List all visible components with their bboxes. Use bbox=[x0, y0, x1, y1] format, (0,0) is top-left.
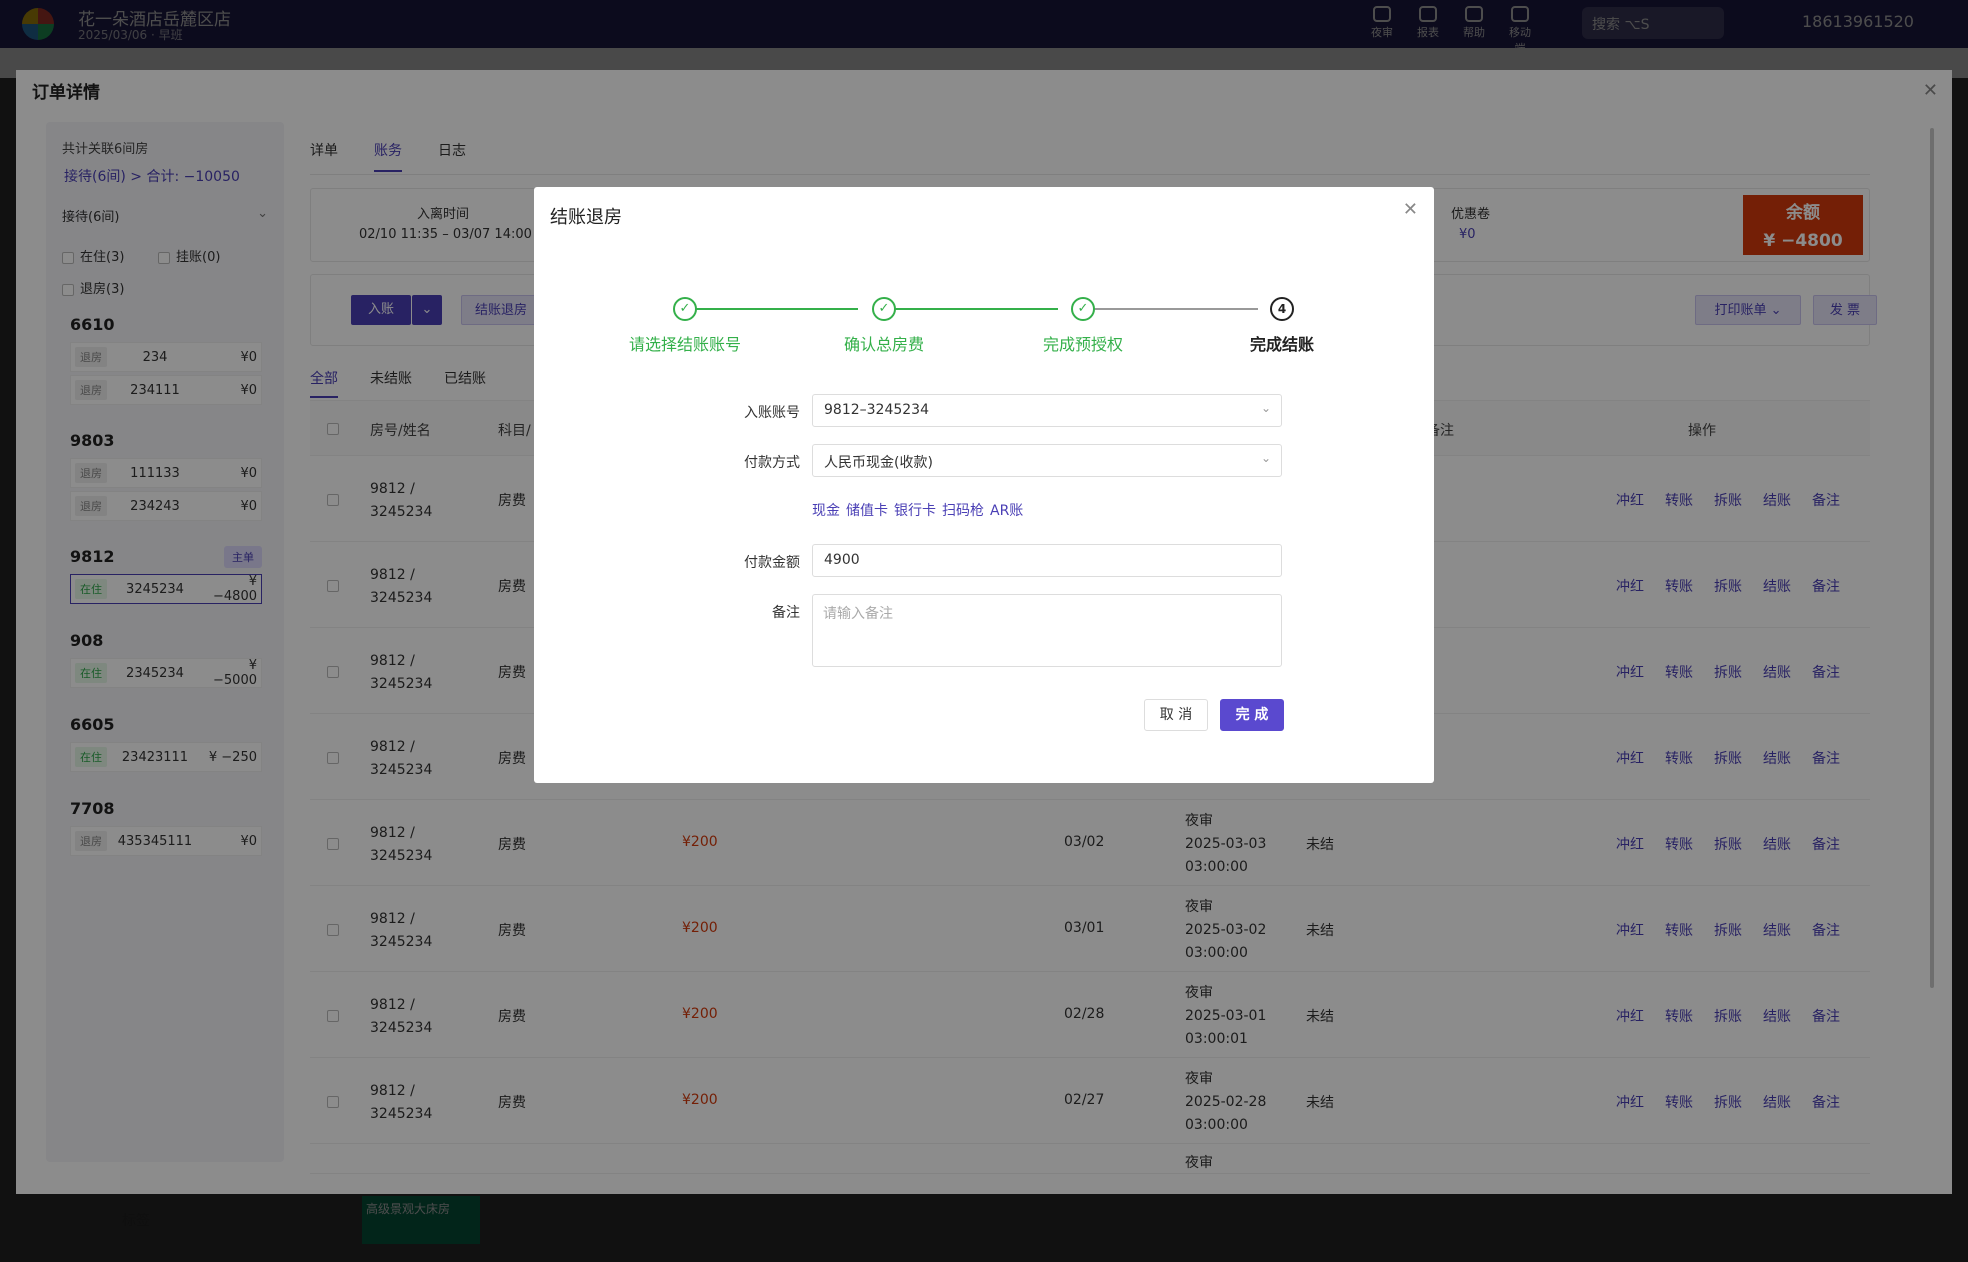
chevron-down-icon: ⌄ bbox=[1260, 401, 1271, 415]
quick-methods-row: 现金 储值卡 银行卡 扫码枪 AR账 bbox=[664, 494, 1294, 528]
account-select[interactable]: 9812–3245234 ⌄ bbox=[812, 394, 1282, 427]
check-icon: ✓ bbox=[1071, 297, 1095, 321]
payment-method-label: 付款方式 bbox=[744, 455, 800, 471]
close-icon[interactable]: ✕ bbox=[1403, 199, 1418, 220]
step-number: 4 bbox=[1270, 297, 1294, 321]
step-label: 请选择结账账号 bbox=[628, 335, 741, 354]
step-confirm-fee: ✓ 确认总房费 bbox=[784, 297, 984, 355]
check-icon: ✓ bbox=[872, 297, 896, 321]
amount-row: 付款金额 4900 bbox=[664, 544, 1294, 578]
checkout-steps: ✓ 请选择结账账号 ✓ 确认总房费 ✓ 完成预授权 4 完成结账 bbox=[534, 297, 1434, 357]
quick-stored-card[interactable]: 储值卡 bbox=[846, 500, 888, 520]
remark-label: 备注 bbox=[772, 605, 800, 621]
complete-button[interactable]: 完 成 bbox=[1220, 699, 1284, 731]
account-label: 入账账号 bbox=[744, 405, 800, 421]
step-preauth: ✓ 完成预授权 bbox=[983, 297, 1183, 355]
step-label: 完成结账 bbox=[1249, 335, 1314, 354]
modal-title: 结账退房 bbox=[550, 207, 622, 228]
check-icon: ✓ bbox=[673, 297, 697, 321]
quick-ar-account[interactable]: AR账 bbox=[990, 500, 1023, 520]
chevron-down-icon: ⌄ bbox=[1260, 451, 1271, 465]
step-select-account: ✓ 请选择结账账号 bbox=[585, 297, 785, 355]
step-label: 确认总房费 bbox=[843, 335, 924, 354]
remark-row: 备注 请输入备注 bbox=[664, 594, 1294, 668]
payment-method-row: 付款方式 人民币现金(收款) ⌄ bbox=[664, 444, 1294, 478]
step-label: 完成预授权 bbox=[1042, 335, 1123, 354]
payment-method-select[interactable]: 人民币现金(收款) ⌄ bbox=[812, 444, 1282, 477]
quick-payment-links: 现金 储值卡 银行卡 扫码枪 AR账 bbox=[812, 500, 1023, 520]
quick-bank-card[interactable]: 银行卡 bbox=[894, 500, 936, 520]
account-row: 入账账号 9812–3245234 ⌄ bbox=[664, 394, 1294, 428]
amount-input[interactable]: 4900 bbox=[812, 544, 1282, 577]
amount-label: 付款金额 bbox=[744, 555, 800, 571]
payment-method-value: 人民币现金(收款) bbox=[824, 455, 933, 471]
cancel-button[interactable]: 取 消 bbox=[1144, 699, 1208, 731]
quick-scanner[interactable]: 扫码枪 bbox=[942, 500, 984, 520]
remark-textarea[interactable]: 请输入备注 bbox=[812, 594, 1282, 667]
quick-cash[interactable]: 现金 bbox=[812, 500, 840, 520]
account-value: 9812–3245234 bbox=[824, 402, 929, 418]
checkout-modal: 结账退房 ✕ ✓ 请选择结账账号 ✓ 确认总房费 ✓ 完成预授权 4 完成结账 … bbox=[534, 187, 1434, 783]
step-complete: 4 完成结账 bbox=[1182, 297, 1382, 355]
